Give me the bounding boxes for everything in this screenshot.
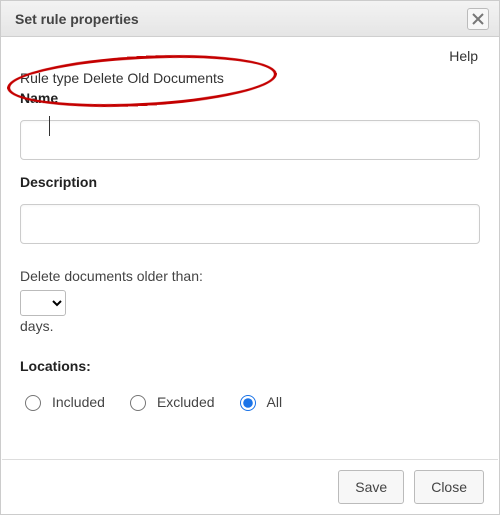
close-icon[interactable]: [467, 8, 489, 30]
days-select[interactable]: [20, 290, 66, 316]
help-link[interactable]: Help: [449, 48, 478, 64]
radio-excluded-label: Excluded: [157, 394, 215, 410]
close-button[interactable]: Close: [414, 470, 484, 504]
radio-included-label: Included: [52, 394, 105, 410]
radio-all-input[interactable]: [240, 395, 256, 411]
text-caret: [49, 116, 50, 136]
description-label: Description: [20, 174, 480, 190]
dialog-window: Set rule properties Help Rule type Delet…: [0, 0, 500, 515]
dialog-title: Set rule properties: [15, 11, 139, 27]
save-button[interactable]: Save: [338, 470, 404, 504]
name-label: Name: [20, 90, 480, 106]
delete-prompt: Delete documents older than:: [20, 268, 480, 284]
radio-all-label: All: [267, 394, 283, 410]
dialog-body-scroll[interactable]: Help Rule type Delete Old Documents Name…: [2, 38, 498, 458]
title-bar: Set rule properties: [1, 1, 499, 37]
radio-included[interactable]: Included: [20, 392, 105, 411]
radio-excluded[interactable]: Excluded: [125, 392, 215, 411]
radio-included-input[interactable]: [25, 395, 41, 411]
dialog-content: Help Rule type Delete Old Documents Name…: [2, 38, 498, 458]
radio-all[interactable]: All: [235, 392, 283, 411]
radio-excluded-input[interactable]: [130, 395, 146, 411]
locations-radio-group: Included Excluded All: [20, 392, 480, 411]
name-input[interactable]: [20, 120, 480, 160]
description-input[interactable]: [20, 204, 480, 244]
rule-type-line: Rule type Delete Old Documents: [20, 70, 480, 86]
days-suffix: days.: [20, 318, 480, 334]
dialog-footer: Save Close: [2, 459, 498, 513]
locations-label: Locations:: [20, 358, 480, 374]
